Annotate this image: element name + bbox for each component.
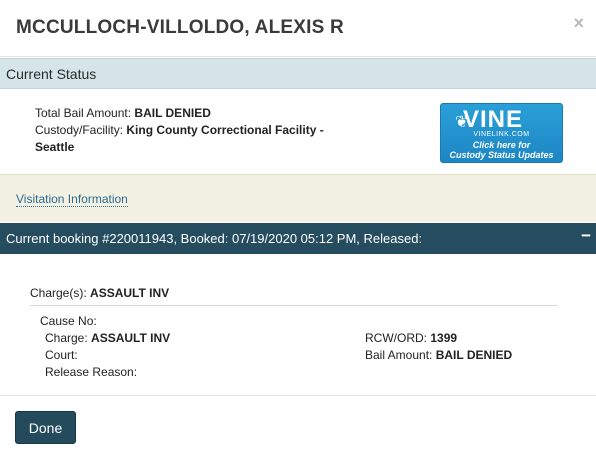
- custody-row: Custody/Facility: King County Correction…: [35, 122, 355, 156]
- modal-header: MCCULLOCH-VILLOLDO, ALEXIS R ×: [0, 0, 596, 57]
- cause-label: Cause No:: [40, 314, 97, 328]
- booking-header[interactable]: Current booking #220011943, Booked: 07/1…: [0, 223, 596, 254]
- visitation-information-link[interactable]: Visitation Information: [16, 192, 128, 207]
- total-bail-label: Total Bail Amount:: [35, 106, 132, 120]
- rcw-label: RCW/ORD:: [365, 331, 427, 345]
- rcw-value: 1399: [430, 331, 458, 345]
- bail-amount-value: BAIL DENIED: [435, 348, 513, 362]
- vine-logo-text: VINE: [463, 106, 524, 133]
- charge-value: ASSAULT INV: [91, 331, 171, 345]
- charges-summary: Charge(s): ASSAULT INV: [30, 286, 169, 300]
- cause-row: Cause No:: [40, 314, 97, 328]
- done-button[interactable]: Done: [15, 411, 76, 444]
- bail-amount-label: Bail Amount:: [365, 348, 433, 362]
- close-icon[interactable]: ×: [573, 14, 584, 32]
- court-label: Court:: [45, 348, 78, 362]
- release-reason-label: Release Reason:: [45, 365, 138, 379]
- vine-link-button[interactable]: ❦ VINE VINELINK.COM Click here for Custo…: [440, 103, 563, 163]
- charges-label: Charge(s):: [30, 286, 87, 300]
- court-row: Court:: [45, 348, 78, 362]
- status-details: Total Bail Amount: BAIL DENIED Custody/F…: [35, 105, 355, 156]
- total-bail-value: BAIL DENIED: [134, 106, 211, 120]
- vine-cta-line1: Click here for: [472, 140, 531, 150]
- booking-title: Current booking #220011943, Booked: 07/1…: [6, 231, 423, 246]
- release-reason-row: Release Reason:: [45, 365, 137, 379]
- visitation-panel: Visitation Information: [0, 174, 596, 222]
- vine-url: VINELINK.COM: [473, 131, 530, 138]
- custody-label: Custody/Facility:: [35, 123, 124, 137]
- bail-amount-row: Bail Amount: BAIL DENIED: [365, 348, 512, 362]
- current-status-header: Current Status: [0, 58, 596, 89]
- modal-title: MCCULLOCH-VILLOLDO, ALEXIS R: [16, 17, 344, 38]
- collapse-icon[interactable]: −: [581, 226, 591, 246]
- current-status-title: Current Status: [6, 66, 97, 82]
- charge-label: Charge:: [45, 331, 88, 345]
- rcw-row: RCW/ORD: 1399: [365, 331, 457, 345]
- footer-divider: [0, 395, 596, 396]
- total-bail-row: Total Bail Amount: BAIL DENIED: [35, 105, 355, 122]
- charges-divider: [30, 305, 558, 306]
- charge-row: Charge: ASSAULT INV: [45, 331, 170, 345]
- vine-cta-line2: Custody Status Updates: [449, 150, 554, 160]
- charges-value: ASSAULT INV: [90, 286, 170, 300]
